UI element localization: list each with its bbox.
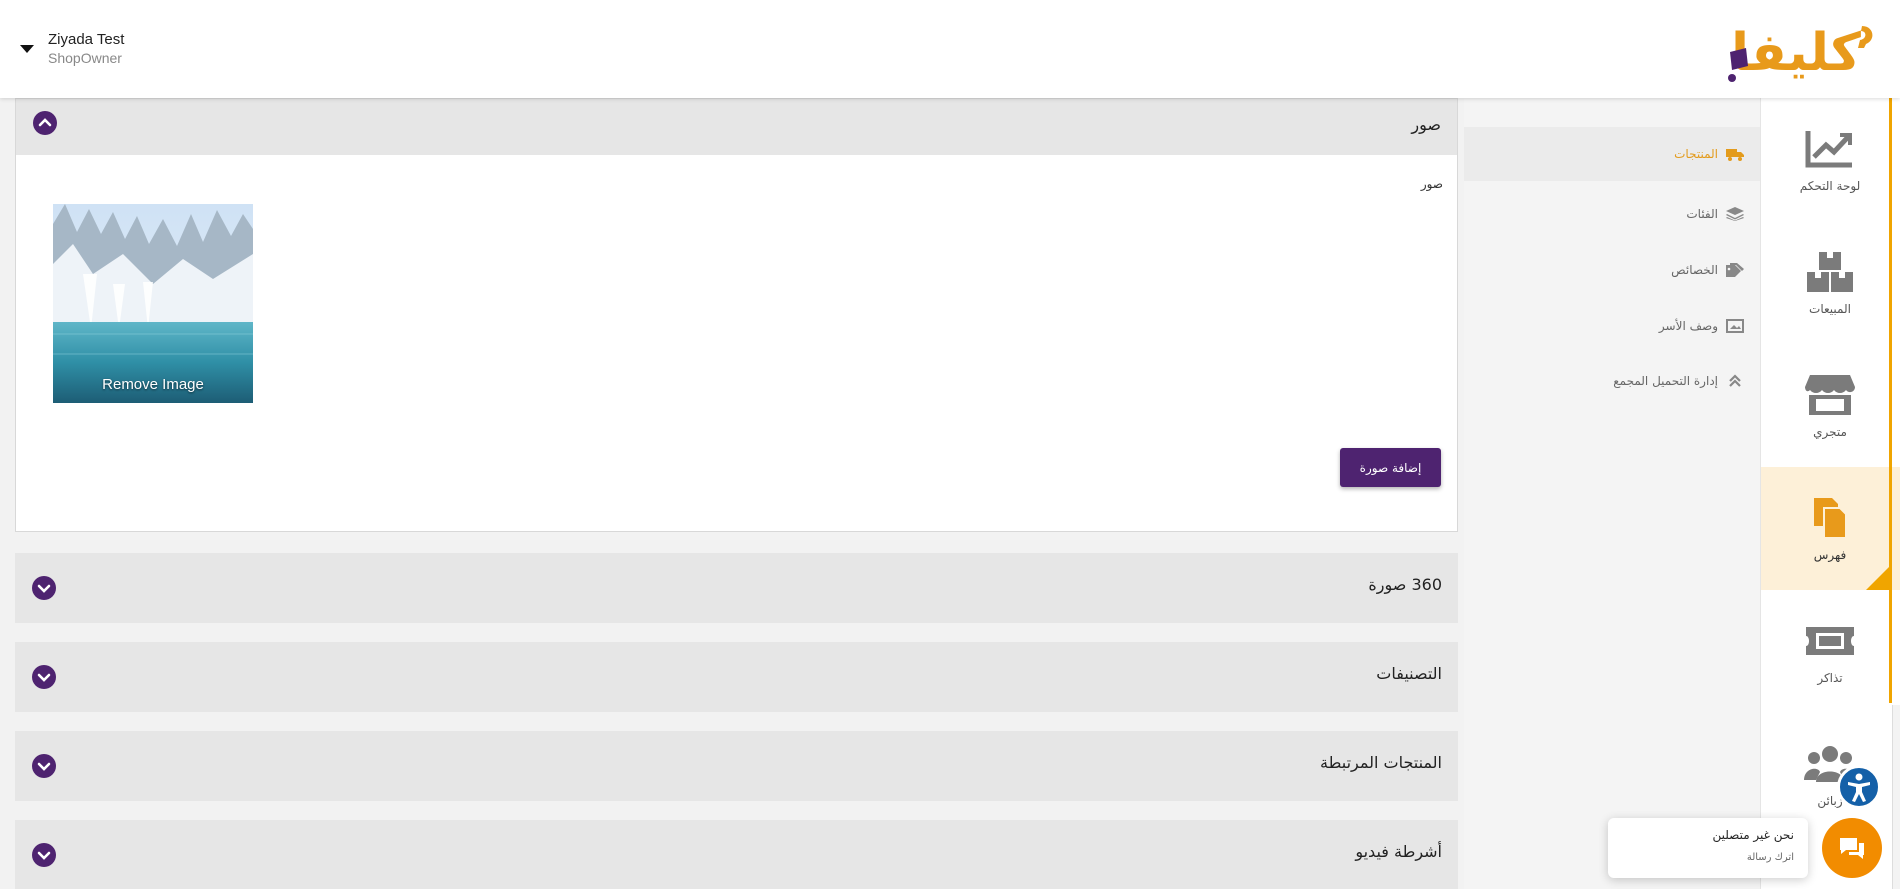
expand-toggle[interactable] xyxy=(32,843,56,867)
rail-label: لوحة التحكم xyxy=(1799,178,1861,193)
boxes-icon xyxy=(1807,251,1853,292)
rail-label: فهرس xyxy=(1813,547,1847,562)
submenu-label: المنتجات xyxy=(1674,147,1718,161)
chevron-down-icon xyxy=(37,673,51,682)
top-header: Ziyada Test ShopOwner كليفا xyxy=(0,0,1900,98)
rail-item-my-store[interactable]: متجري xyxy=(1761,344,1900,467)
active-indicator xyxy=(1866,566,1890,590)
chevron-down-icon xyxy=(37,584,51,593)
svg-text:كليفا: كليفا xyxy=(1731,23,1861,83)
double-chevron-up-icon xyxy=(1729,374,1741,387)
submenu-item-categories[interactable]: الفئات xyxy=(1464,187,1760,241)
images-panel-header[interactable]: صور xyxy=(16,99,1457,155)
user-menu[interactable]: Ziyada Test ShopOwner xyxy=(20,30,124,67)
add-image-button[interactable]: إضافة صورة xyxy=(1340,448,1441,487)
expand-toggle[interactable] xyxy=(32,754,56,778)
chat-launcher-button[interactable] xyxy=(1822,818,1882,878)
user-role: ShopOwner xyxy=(48,50,122,66)
user-name: Ziyada Test xyxy=(48,31,125,48)
layers-icon xyxy=(1726,207,1744,221)
panel-title: المنتجات المرتبطة xyxy=(1320,753,1442,772)
tags-icon xyxy=(1726,263,1744,277)
images-panel: صور صور Remove Image إضافة صورة xyxy=(15,98,1458,532)
collapse-toggle[interactable] xyxy=(33,111,57,135)
panel-videos[interactable]: أشرطة فيديو xyxy=(15,820,1458,889)
rail-item-catalog[interactable]: فهرس xyxy=(1761,467,1900,590)
rail-scrollbar[interactable] xyxy=(1892,705,1900,889)
chevron-down-icon xyxy=(37,762,51,771)
rail-item-tickets[interactable]: تذاكر xyxy=(1761,590,1900,713)
chat-subtitle[interactable]: اترك رسالة xyxy=(1622,852,1794,863)
chevron-down-icon xyxy=(37,851,51,860)
panel-related-products[interactable]: المنتجات المرتبطة xyxy=(15,731,1458,801)
submenu-item-family-description[interactable]: وصف الأسر xyxy=(1464,299,1760,353)
panel-classifications[interactable]: التصنيفات xyxy=(15,642,1458,712)
submenu-item-attributes[interactable]: الخصائص xyxy=(1464,243,1760,297)
remove-image-label[interactable]: Remove Image xyxy=(53,376,253,393)
rail-item-sales[interactable]: المبيعات xyxy=(1761,221,1900,344)
icon-rail: لوحة التحكم المبيعات متجري فهرس تذاكر زب… xyxy=(1760,98,1900,889)
chat-offline-bubble[interactable]: نحن غير متصلين اترك رسالة xyxy=(1608,818,1808,878)
truck-icon xyxy=(1726,149,1744,161)
expand-toggle[interactable] xyxy=(32,665,56,689)
submenu-item-products[interactable]: المنتجات xyxy=(1464,127,1760,181)
images-field-label: صور xyxy=(1420,177,1443,191)
catalog-submenu: المنتجات الفئات الخصائص وصف الأسر إدارة … xyxy=(1464,98,1760,889)
rail-label: متجري xyxy=(1813,424,1847,439)
accessibility-button[interactable] xyxy=(1837,765,1881,809)
caret-down-icon[interactable] xyxy=(20,45,34,53)
panel-title: صور xyxy=(1411,115,1441,134)
submenu-label: الفئات xyxy=(1686,207,1718,221)
expand-toggle[interactable] xyxy=(32,576,56,600)
image-frame-icon xyxy=(1726,319,1744,333)
store-icon xyxy=(1805,374,1855,415)
chart-line-icon xyxy=(1805,130,1852,167)
panel-title: 360 صورة xyxy=(1368,575,1442,594)
rail-accent-bar xyxy=(1889,98,1892,703)
rail-label: المبيعات xyxy=(1809,301,1851,316)
chat-title: نحن غير متصلين xyxy=(1712,828,1794,842)
brand-logo[interactable]: كليفا xyxy=(1724,18,1874,83)
chevron-up-icon xyxy=(38,118,52,127)
panel-title: أشرطة فيديو xyxy=(1355,842,1442,861)
ticket-icon xyxy=(1806,626,1854,655)
copy-icon xyxy=(1814,497,1847,539)
submenu-label: إدارة التحميل المجمع xyxy=(1613,374,1718,388)
submenu-item-bulk-upload[interactable]: إدارة التحميل المجمع xyxy=(1464,354,1760,408)
panel-360-images[interactable]: 360 صورة xyxy=(15,553,1458,623)
panel-title: التصنيفات xyxy=(1376,664,1442,683)
chat-icon xyxy=(1840,838,1864,859)
image-thumbnail[interactable]: Remove Image xyxy=(53,204,253,403)
submenu-label: الخصائص xyxy=(1671,263,1718,277)
accessibility-icon xyxy=(1848,773,1870,802)
submenu-label: وصف الأسر xyxy=(1658,319,1718,333)
rail-label: تذاكر xyxy=(1817,670,1843,685)
rail-item-dashboard[interactable]: لوحة التحكم xyxy=(1761,98,1900,221)
landscape-image xyxy=(53,204,253,403)
